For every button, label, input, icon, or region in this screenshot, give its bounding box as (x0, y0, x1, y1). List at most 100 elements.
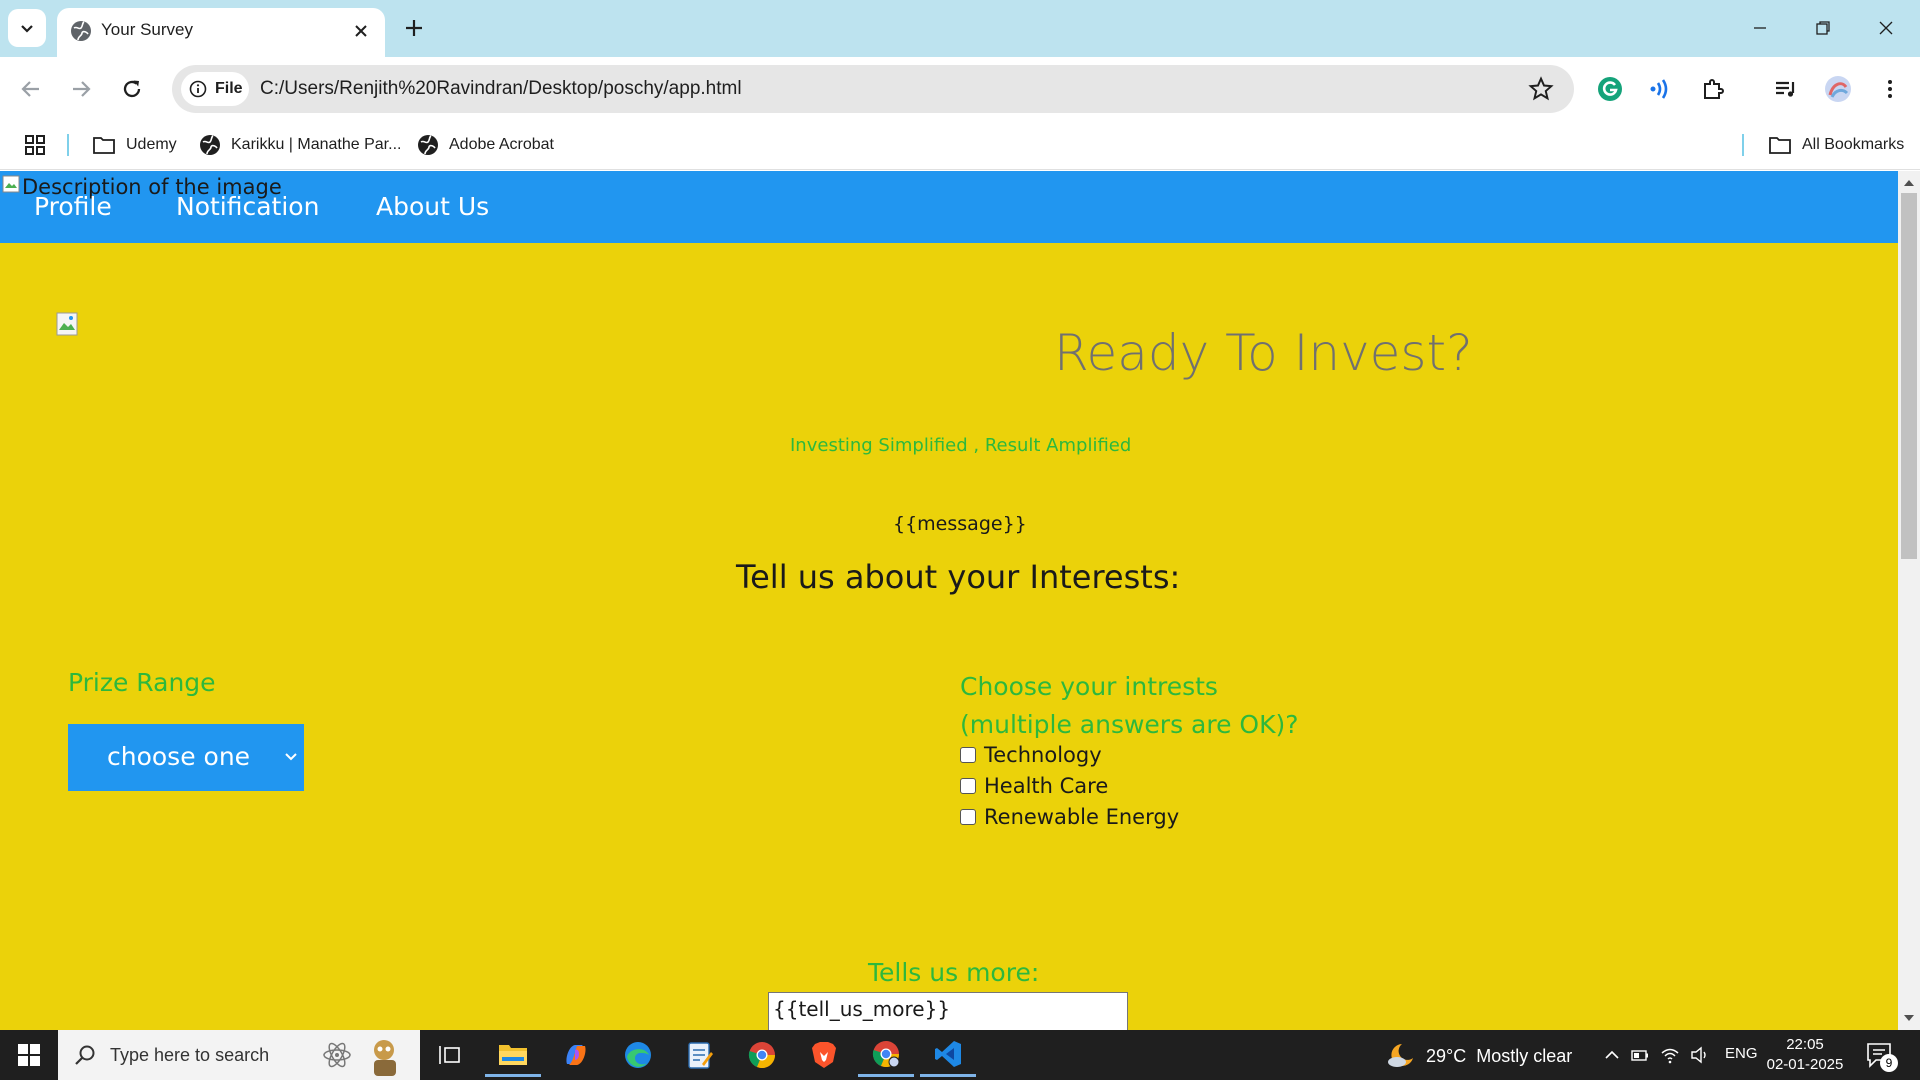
extensions-button[interactable] (1697, 73, 1729, 105)
prize-range-label: Prize Range (68, 668, 216, 697)
address-bar[interactable]: File C:/Users/Renjith%20Ravindran/Deskto… (172, 65, 1574, 113)
minimize-icon (1754, 27, 1766, 29)
close-icon (355, 25, 367, 37)
chevron-down-icon (21, 25, 33, 33)
bookmark-label: Karikku | Manathe Par... (231, 136, 402, 153)
volume-icon[interactable] (1690, 1045, 1710, 1065)
tab-your-survey[interactable]: Your Survey (57, 8, 385, 57)
task-view-button[interactable] (422, 1033, 478, 1077)
page-scrollbar[interactable] (1898, 171, 1920, 1030)
file-explorer-button[interactable] (485, 1033, 541, 1077)
minimize-button[interactable] (1740, 10, 1780, 46)
renewable-energy-checkbox[interactable] (960, 809, 976, 825)
chrome-icon (748, 1042, 775, 1068)
site-info-chip[interactable]: File (181, 72, 249, 106)
edge-button[interactable] (610, 1033, 666, 1077)
tab-search-button[interactable] (8, 9, 46, 47)
back-button[interactable] (12, 70, 50, 108)
chrome-button[interactable] (734, 1033, 790, 1077)
interest-option-technology[interactable]: Technology (960, 743, 1102, 767)
weather-temperature: 29°C (1426, 1045, 1467, 1066)
interests-label: Choose your intrests (multiple answers a… (960, 668, 1299, 744)
taskbar-clock[interactable]: 22:05 02-01-2025 (1762, 1035, 1848, 1075)
more-vert-icon (1888, 80, 1892, 98)
chevron-down-icon (285, 753, 297, 761)
close-tab-button[interactable] (347, 17, 375, 45)
message-placeholder: {{message}} (893, 513, 1027, 535)
sound-waves-icon (1650, 79, 1668, 99)
nav-notification[interactable]: Notification (176, 192, 319, 221)
notification-count-badge: 9 (1880, 1054, 1898, 1072)
scroll-up-arrow-icon[interactable] (1903, 177, 1915, 189)
close-icon (1879, 21, 1893, 35)
chrome-profile-button[interactable] (858, 1033, 914, 1077)
nav-profile[interactable]: Profile (34, 192, 112, 221)
tab-title: Your Survey (101, 20, 193, 39)
info-icon (189, 80, 207, 98)
weather-widget[interactable]: 29°C Mostly clear (1386, 1042, 1572, 1070)
interest-option-label: Health Care (984, 774, 1109, 798)
file-explorer-icon (499, 1044, 527, 1065)
windows-taskbar: Type here to search 29°C Mostly clear EN… (0, 1030, 1920, 1080)
tell-us-more-label: Tells us more: (868, 958, 1040, 987)
bookmark-udemy[interactable]: Udemy (92, 130, 177, 160)
bookmark-label: Udemy (126, 136, 177, 153)
forward-button[interactable] (62, 70, 100, 108)
wifi-icon[interactable] (1660, 1045, 1680, 1065)
restore-button[interactable] (1803, 10, 1843, 46)
battery-icon[interactable] (1630, 1045, 1650, 1065)
hero-subtitle: Investing Simplified , Result Amplified (790, 435, 1132, 456)
browser-tabstrip: Your Survey (0, 0, 1920, 57)
broken-image-icon (2, 175, 20, 193)
media-controls-button[interactable] (1770, 73, 1802, 105)
read-aloud-extension-button[interactable] (1645, 73, 1677, 105)
brave-icon (812, 1042, 836, 1068)
grammarly-extension-button[interactable] (1594, 73, 1626, 105)
all-bookmarks-button[interactable]: All Bookmarks (1768, 130, 1904, 160)
chevron-up-icon[interactable] (1602, 1045, 1622, 1065)
interest-option-renewable-energy[interactable]: Renewable Energy (960, 805, 1179, 829)
prize-range-select[interactable]: choose one (68, 724, 304, 791)
puzzle-icon (1704, 79, 1724, 99)
taskbar-search-box[interactable]: Type here to search (58, 1030, 420, 1080)
edge-icon (625, 1042, 651, 1068)
start-button[interactable] (0, 1030, 58, 1080)
bookmark-adobe-acrobat[interactable]: Adobe Acrobat (417, 130, 554, 160)
url-text[interactable]: C:/Users/Renjith%20Ravindran/Desktop/pos… (260, 78, 742, 100)
bookmark-star-icon[interactable] (1528, 76, 1554, 102)
clock-date: 02-01-2025 (1766, 1056, 1844, 1073)
profile-button[interactable] (1822, 73, 1854, 105)
copilot-icon (566, 1045, 586, 1065)
grammarly-icon (1598, 77, 1622, 101)
browser-toolbar: File C:/Users/Renjith%20Ravindran/Deskto… (0, 57, 1920, 120)
tell-us-more-input[interactable]: {{tell_us_more}} (768, 992, 1128, 1030)
new-tab-button[interactable] (398, 12, 430, 44)
globe-icon (200, 135, 220, 155)
browser-menu-button[interactable] (1874, 73, 1906, 105)
technology-checkbox[interactable] (960, 747, 976, 763)
bookmark-label: Adobe Acrobat (449, 136, 554, 153)
scrollbar-thumb[interactable] (1901, 193, 1917, 559)
bookmarks-separator (1742, 134, 1744, 156)
section-title: Tell us about your Interests: (736, 558, 1181, 596)
apps-grid-icon (25, 135, 45, 155)
bookmark-karikku[interactable]: Karikku | Manathe Par... (199, 130, 401, 160)
interest-option-label: Renewable Energy (984, 805, 1180, 829)
interest-option-health-care[interactable]: Health Care (960, 774, 1108, 798)
apps-button[interactable] (24, 130, 46, 160)
health-care-checkbox[interactable] (960, 778, 976, 794)
moon-cloud-icon (1388, 1044, 1413, 1067)
site-navbar: Description of the image Profile Notific… (0, 171, 1898, 243)
search-placeholder: Type here to search (110, 1045, 270, 1065)
vscode-button[interactable] (920, 1033, 976, 1077)
close-window-button[interactable] (1866, 10, 1906, 46)
reload-button[interactable] (113, 70, 151, 108)
input-language[interactable]: ENG (1725, 1045, 1758, 1062)
brave-button[interactable] (796, 1033, 852, 1077)
nav-about-us[interactable]: About Us (376, 192, 489, 221)
profile-avatar-icon (1825, 76, 1851, 102)
globe-icon (418, 135, 438, 155)
scroll-down-arrow-icon[interactable] (1903, 1012, 1915, 1024)
notepad-button[interactable] (672, 1033, 728, 1077)
copilot-button[interactable] (548, 1033, 604, 1077)
